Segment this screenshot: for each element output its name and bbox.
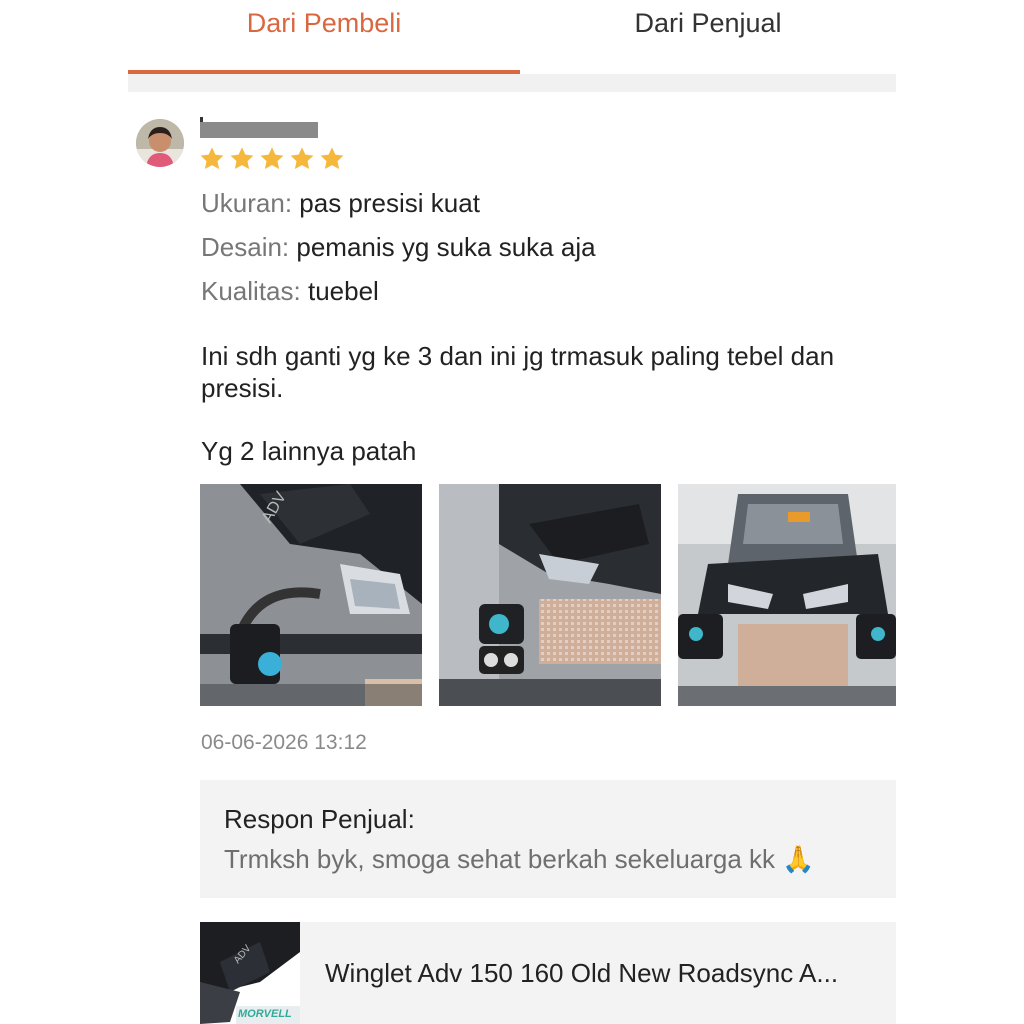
tab-from-buyer[interactable]: Dari Pembeli bbox=[128, 8, 520, 44]
attribute-key: Desain: bbox=[201, 232, 290, 262]
seller-response-title: Respon Penjual: bbox=[224, 804, 415, 834]
seller-response-text: Trmksh byk, smoga sehat berkah sekeluarg… bbox=[224, 844, 815, 874]
review-date: 06-06-2026 13:12 bbox=[201, 731, 367, 754]
attribute-design: Desain: pemanis yg suka suka aja bbox=[201, 232, 596, 263]
review-photo[interactable] bbox=[439, 484, 661, 706]
review-photo[interactable] bbox=[678, 484, 900, 706]
brand-logo: MORVELL bbox=[238, 1008, 292, 1020]
redacted-username bbox=[200, 122, 318, 138]
product-card[interactable]: ADV MORVELL Winglet Adv 150 160 Old New … bbox=[200, 922, 896, 1024]
review-tabs: Dari Pembeli Dari Penjual bbox=[128, 0, 896, 92]
star-icon bbox=[320, 147, 344, 170]
review-photo[interactable]: ADV bbox=[200, 484, 422, 706]
attribute-quality: Kualitas: tuebel bbox=[201, 276, 379, 307]
tab-from-seller[interactable]: Dari Penjual bbox=[520, 8, 896, 44]
section-divider bbox=[128, 74, 896, 92]
attribute-value: pas presisi kuat bbox=[299, 188, 480, 218]
product-thumbnail: ADV MORVELL bbox=[200, 922, 300, 1024]
avatar[interactable] bbox=[136, 119, 184, 167]
star-icon bbox=[200, 147, 224, 170]
review-text: Ini sdh ganti yg ke 3 dan ini jg trmasuk… bbox=[201, 341, 835, 403]
attribute-size: Ukuran: pas presisi kuat bbox=[201, 188, 480, 219]
rating-stars bbox=[198, 145, 346, 175]
star-icon bbox=[230, 147, 254, 170]
product-name: Winglet Adv 150 160 Old New Roadsync A..… bbox=[325, 958, 839, 988]
attribute-key: Kualitas: bbox=[201, 276, 301, 306]
seller-response: Respon Penjual: Trmksh byk, smoga sehat … bbox=[200, 780, 896, 898]
attribute-value: tuebel bbox=[307, 276, 379, 306]
attribute-key: Ukuran: bbox=[201, 188, 293, 218]
star-icon bbox=[290, 147, 314, 170]
star-icon bbox=[260, 147, 284, 170]
attribute-value: pemanis yg suka suka aja bbox=[296, 232, 596, 262]
review-text-2: Yg 2 lainnya patah bbox=[201, 436, 417, 466]
